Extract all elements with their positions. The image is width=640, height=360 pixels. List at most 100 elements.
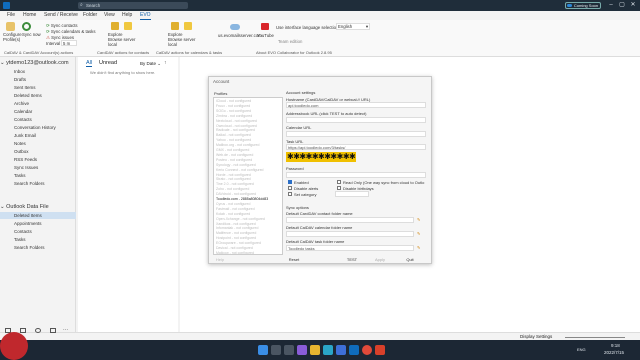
sidebar-folder-calendar[interactable]: Calendar	[0, 108, 76, 115]
help-button[interactable]: Help	[213, 256, 227, 263]
datafile-folder-search-folders[interactable]: Search Folders	[0, 244, 76, 251]
close-button[interactable]: ✕	[628, 1, 638, 10]
app-icon[interactable]	[375, 345, 385, 355]
quit-button[interactable]: Quit	[401, 256, 419, 263]
sidebar-folder-notes[interactable]: Notes	[0, 140, 76, 147]
sidebar-folder-outbox[interactable]: Outbox	[0, 148, 76, 155]
maximize-button[interactable]: ▢	[617, 1, 627, 10]
menu-send-receive[interactable]: Send / Receive	[44, 11, 78, 20]
email-server-link[interactable]: us.evomailsserver.com	[218, 33, 262, 38]
sidebar-folder-sync-issues[interactable]: Sync Issues	[0, 164, 76, 171]
menu-file[interactable]: File	[7, 11, 15, 20]
enabled-label: Enabled	[294, 180, 309, 185]
display-settings[interactable]: Display Settings	[520, 334, 552, 339]
pencil-icon[interactable]: ✎	[417, 231, 420, 236]
username-masked-input[interactable]: ✱✱✱✱✱✱✱✱✱✱✱	[286, 152, 357, 162]
cloud-icon	[230, 24, 240, 30]
datafile-folder-tasks[interactable]: Tasks	[0, 236, 76, 243]
search-taskbar-icon[interactable]	[271, 345, 281, 355]
password-input[interactable]	[286, 172, 426, 178]
explore-browse-calendars[interactable]: Explore Browse server local	[168, 32, 198, 47]
interval-select[interactable]: 5 m	[61, 40, 77, 46]
set-category-label: Set category	[294, 192, 317, 197]
sidebar-folder-junk-email[interactable]: Junk Email	[0, 132, 76, 139]
reset-button[interactable]: Reset	[285, 256, 303, 263]
message-list: All Unread By Date ⌄ ↑ We didn't find an…	[78, 57, 178, 332]
chrome-icon[interactable]	[362, 345, 372, 355]
menu-folder[interactable]: Folder	[83, 11, 97, 20]
tab-all[interactable]: All	[86, 60, 93, 67]
sidebar-folder-sent-items[interactable]: Sent Items	[0, 84, 76, 91]
coming-soon-toggle[interactable]: Coming Soon	[565, 2, 601, 9]
more-nav-icon[interactable]: ···	[63, 327, 68, 333]
set-category-checkbox[interactable]	[288, 192, 292, 196]
calendar-url-input[interactable]	[286, 131, 426, 137]
tab-unread[interactable]: Unread	[99, 60, 117, 66]
pencil-icon[interactable]: ✎	[417, 245, 420, 250]
datafile-folder-deleted-items[interactable]: Deleted Items	[0, 212, 76, 219]
sidebar-folder-tasks[interactable]: Tasks	[0, 172, 76, 179]
tasks-nav-icon[interactable]	[50, 328, 56, 333]
readonly-checkbox[interactable]	[337, 180, 341, 184]
ribbon: Configure Profile(s) Sync now ⟳ Sync con…	[0, 20, 640, 57]
default-calendar-input[interactable]	[286, 231, 414, 237]
account-header[interactable]: ⌄ ytdemo123@outlook.com	[0, 59, 76, 67]
menu-evo[interactable]: EVO	[140, 11, 151, 20]
profile-item[interactable]: Mailcow - not configured	[216, 251, 280, 254]
language-indicator[interactable]: ENG	[577, 347, 586, 352]
addressbook-input[interactable]	[286, 117, 426, 123]
pencil-icon[interactable]: ✎	[417, 217, 420, 222]
calendar-nav-icon[interactable]	[20, 328, 26, 333]
sidebar-folder-contacts[interactable]: Contacts	[0, 116, 76, 123]
clock-date[interactable]: 2022/7/15	[604, 350, 624, 355]
explore-browse-contacts[interactable]: Explore Browse server local	[108, 32, 138, 47]
default-contact-input[interactable]	[286, 217, 414, 223]
apply-button[interactable]: Apply	[371, 256, 389, 263]
sidebar-folder-archive[interactable]: Archive	[0, 100, 76, 107]
sync-options-title: Sync options	[286, 205, 309, 210]
disable-alerts-label: Disable alerts	[294, 186, 319, 191]
search-box[interactable]: ⌕ Search	[78, 2, 188, 9]
language-select[interactable]: English ▾	[336, 23, 370, 30]
test-button[interactable]: TEST	[343, 256, 361, 263]
outlook-taskbar-icon[interactable]	[349, 345, 359, 355]
disable-alerts-checkbox[interactable]	[288, 186, 292, 190]
sort-direction-icon[interactable]: ↑	[164, 60, 167, 66]
zoom-slider[interactable]	[565, 337, 625, 338]
start-icon[interactable]	[258, 345, 268, 355]
people-nav-icon[interactable]	[35, 328, 41, 333]
clock-time[interactable]: 9:18	[611, 343, 620, 348]
default-task-input[interactable]: Toodledo tasks	[286, 245, 414, 251]
widgets-icon[interactable]	[297, 345, 307, 355]
category-input[interactable]	[335, 191, 369, 197]
profiles-scrollbar[interactable]	[282, 104, 283, 134]
sidebar-folder-inbox[interactable]: Inbox	[0, 68, 76, 75]
disable-birthdays-checkbox[interactable]	[337, 186, 341, 190]
sidebar-folder-conversation-history[interactable]: Conversation History	[0, 124, 76, 131]
sidebar-folder-search-folders[interactable]: Search Folders	[0, 180, 76, 187]
sort-dropdown[interactable]: By Date ⌄	[140, 61, 161, 67]
default-contact-label: Default CardDAV contact folder name	[286, 211, 353, 216]
sidebar-folder-deleted-items[interactable]: Deleted Items	[0, 92, 76, 99]
profiles-list[interactable]: iCloud - not configured Fruux - not confi…	[213, 97, 283, 255]
sync-now-button[interactable]: Sync now	[22, 32, 41, 37]
task-url-input[interactable]: https://api.toodledo.com/3/tasks/	[286, 144, 426, 150]
sidebar-folder-rss-feeds[interactable]: RSS Feeds	[0, 156, 76, 163]
explorer-icon[interactable]	[310, 345, 320, 355]
minimize-button[interactable]: –	[606, 1, 616, 10]
menu-home[interactable]: Home	[23, 11, 36, 20]
store-icon[interactable]	[336, 345, 346, 355]
configure-icon	[6, 22, 15, 31]
menu-view[interactable]: View	[104, 11, 115, 20]
youtube-button[interactable]: YouTube	[257, 33, 274, 38]
enabled-checkbox[interactable]	[288, 180, 292, 184]
hostname-input[interactable]: api.toodledo.com	[286, 102, 426, 108]
edge-icon[interactable]	[323, 345, 333, 355]
data-file-header[interactable]: ⌄ Outlook Data File	[0, 203, 76, 211]
account-dialog: Account Profiles iCloud - not configured…	[208, 76, 432, 264]
datafile-folder-contacts[interactable]: Contacts	[0, 228, 76, 235]
datafile-folder-appointments[interactable]: Appointments	[0, 220, 76, 227]
taskview-icon[interactable]	[284, 345, 294, 355]
sidebar-folder-drafts[interactable]: Drafts	[0, 76, 76, 83]
menu-help[interactable]: Help	[122, 11, 132, 20]
